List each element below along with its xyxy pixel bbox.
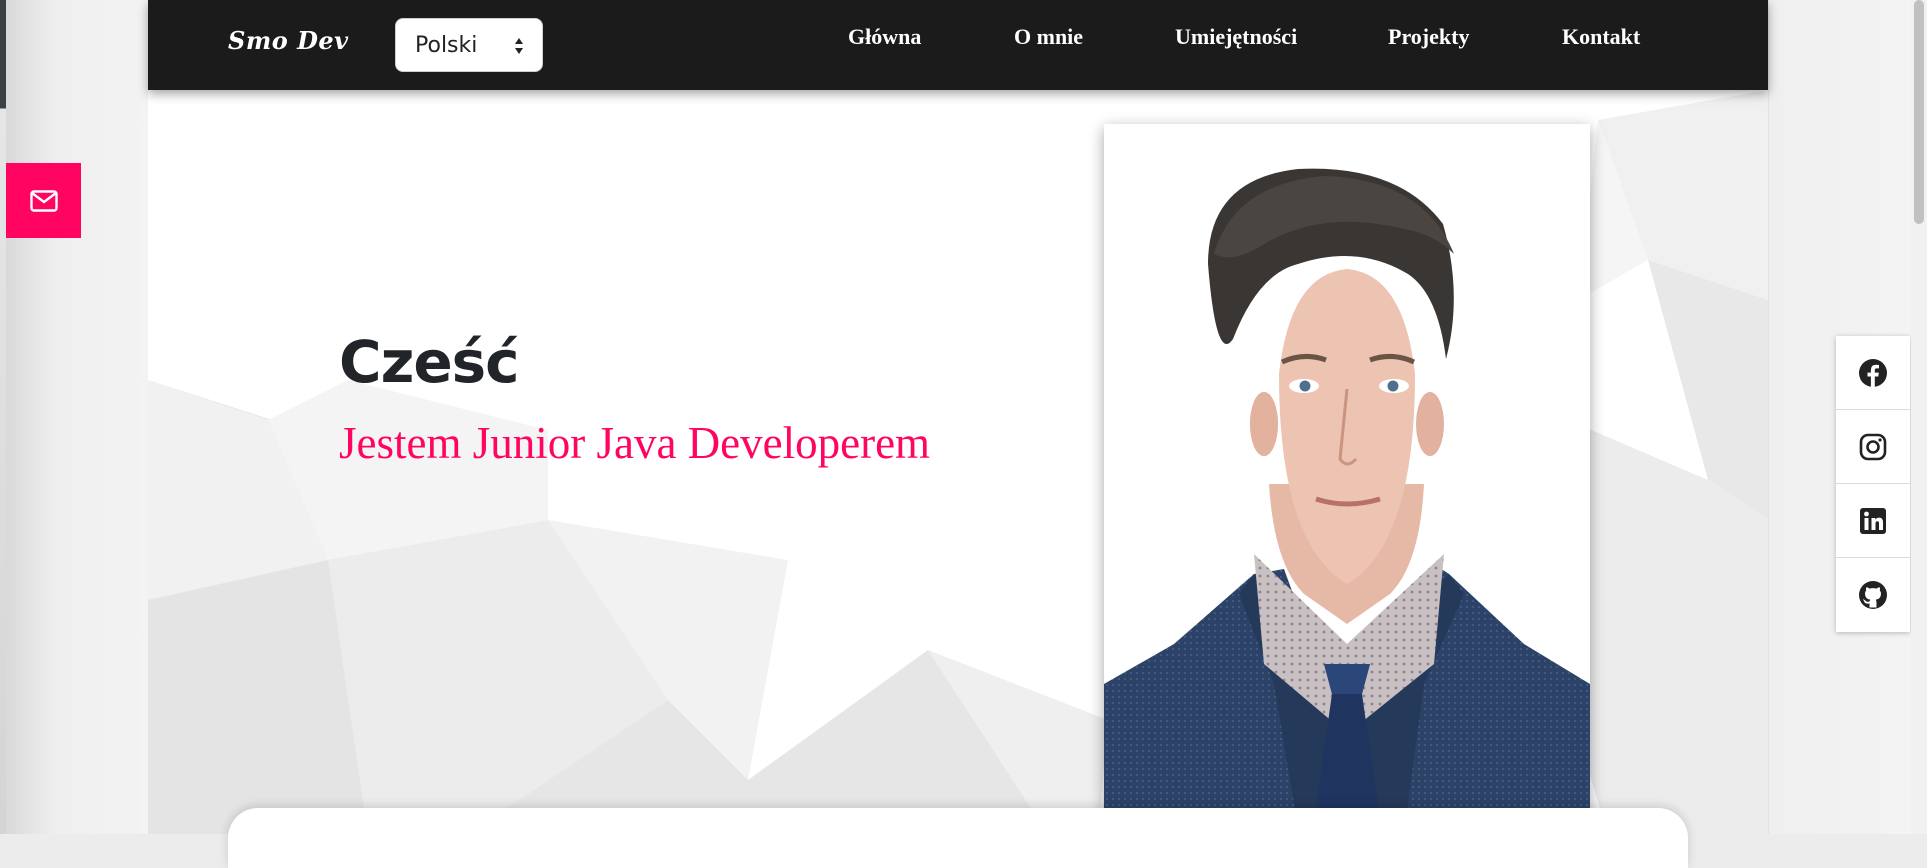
scrollbar-thumb[interactable] <box>1914 0 1924 224</box>
linkedin-link[interactable] <box>1836 484 1910 558</box>
nav-link-kontakt[interactable]: Kontakt <box>1562 24 1640 50</box>
nav-link-projekty[interactable]: Projekty <box>1388 24 1469 50</box>
linkedin-icon <box>1860 507 1886 534</box>
page-margin-left <box>6 0 148 834</box>
instagram-icon <box>1859 433 1887 460</box>
instagram-link[interactable] <box>1836 410 1910 484</box>
select-arrows-icon <box>515 38 523 54</box>
portrait-image <box>1104 124 1590 834</box>
about-card-top <box>228 808 1688 868</box>
contact-mail-tab[interactable] <box>6 163 81 238</box>
social-links <box>1836 336 1910 632</box>
hero-subtitle: Jestem Junior Java Developerem <box>339 418 931 468</box>
nav-link-umiejetnosci[interactable]: Umiejętności <box>1175 24 1297 50</box>
github-link[interactable] <box>1836 558 1910 632</box>
content-border <box>1768 0 1769 834</box>
github-icon <box>1859 581 1887 609</box>
nav-link-glowna[interactable]: Główna <box>848 24 921 50</box>
facebook-link[interactable] <box>1836 336 1910 410</box>
hero-greeting: Cześć <box>339 328 520 396</box>
navbar: Smo Dev Polski Główna O mnie Umiejętnośc… <box>148 0 1768 90</box>
profile-photo <box>1104 124 1590 834</box>
language-select[interactable]: Polski <box>395 18 543 72</box>
envelope-icon <box>29 189 58 212</box>
brand-logo[interactable]: Smo Dev <box>228 26 349 55</box>
language-select-value: Polski <box>415 32 478 58</box>
nav-link-o-mnie[interactable]: O mnie <box>1014 24 1083 50</box>
facebook-icon <box>1859 358 1887 387</box>
